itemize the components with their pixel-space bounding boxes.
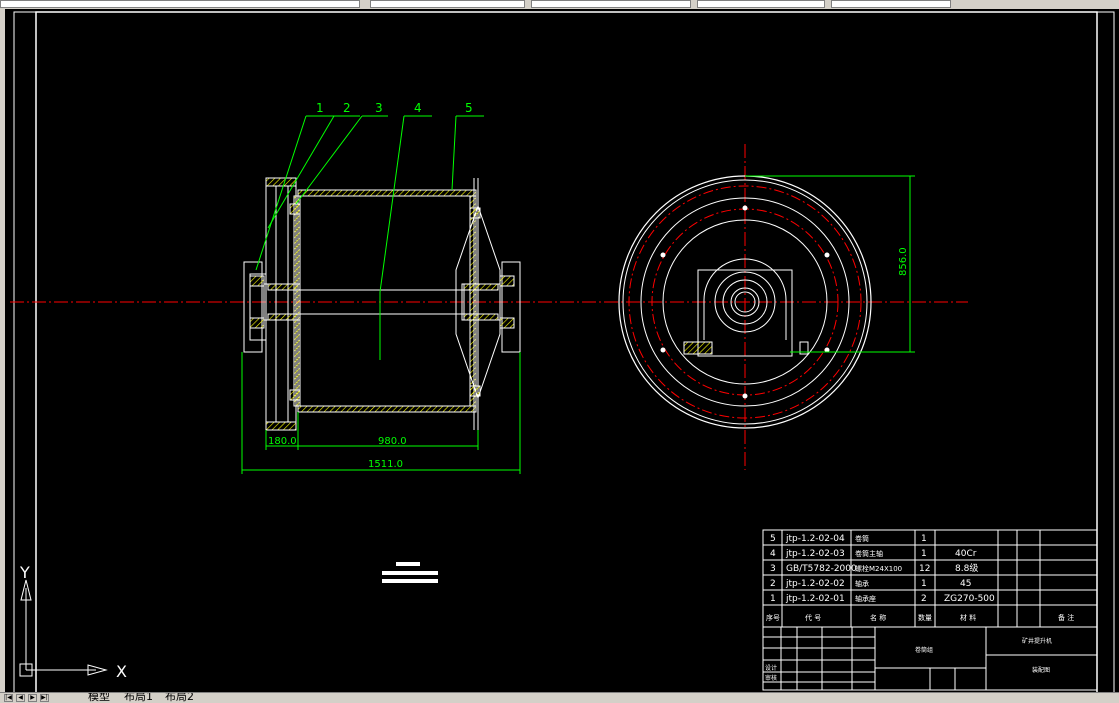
bom-header-remark: 备 注 bbox=[1058, 613, 1074, 622]
ucs-y-label: Y bbox=[19, 563, 30, 582]
bom-row-5-no: 1 bbox=[770, 594, 776, 604]
bom-header-material: 材 料 bbox=[960, 613, 976, 622]
bom-header-code: 代 号 bbox=[805, 613, 821, 622]
bom-row-3-name: 螺栓M24X100 bbox=[855, 564, 902, 573]
tab-last-button[interactable]: ▶| bbox=[40, 694, 49, 702]
dim-1511: 1511.0 bbox=[368, 459, 403, 470]
side-view: 856.0 bbox=[618, 144, 915, 470]
ucs-icon: Y X bbox=[19, 563, 127, 681]
title-check: 审核 bbox=[765, 674, 777, 682]
bom-row-1-name: 卷筒 bbox=[855, 534, 869, 543]
left-flange-bottom-hatch bbox=[265, 421, 297, 431]
toolbar-combo-5[interactable] bbox=[831, 0, 951, 8]
title-drawing-code: 装配图 bbox=[1032, 666, 1050, 674]
title-design: 设计 bbox=[765, 664, 777, 672]
bom-header-qty: 数量 bbox=[918, 613, 932, 622]
drawing-svg: 1 2 3 4 5 180.0 980.0 1511.0 856.0 Y X 5… bbox=[10, 11, 1115, 695]
bom-row-3-qty: 12 bbox=[919, 564, 930, 574]
tab-first-button[interactable]: |◀ bbox=[4, 694, 13, 702]
bom-row-3-code: GB/T5782-2000 bbox=[786, 564, 857, 574]
bom-row-4-no: 2 bbox=[770, 579, 776, 589]
toolbar-combo-2[interactable] bbox=[370, 0, 525, 8]
title-drawing-name: 卷筒组 bbox=[915, 646, 933, 654]
drawing-canvas[interactable]: 1 2 3 4 5 180.0 980.0 1511.0 856.0 Y X 5… bbox=[5, 9, 1119, 695]
tab-prev-button[interactable]: ◀ bbox=[16, 694, 25, 702]
balloon-4: 4 bbox=[414, 101, 422, 115]
drum-top-hatch bbox=[297, 189, 477, 197]
bom-row-2-no: 4 bbox=[770, 549, 776, 559]
bom-row-5-code: jtp-1.2-02-01 bbox=[785, 594, 845, 604]
bom-row-4-name: 轴承 bbox=[855, 579, 869, 588]
bom-row-1-qty: 1 bbox=[921, 534, 927, 544]
bom-row-5-material: ZG270-500 bbox=[944, 594, 995, 604]
toolbar-combo-4[interactable] bbox=[697, 0, 825, 8]
drum-body bbox=[297, 189, 477, 413]
toolbar-combo-3[interactable] bbox=[531, 0, 691, 8]
balloon-1: 1 bbox=[316, 101, 324, 115]
toolbar-combo-1[interactable] bbox=[0, 0, 360, 8]
dim-180: 180.0 bbox=[268, 436, 297, 447]
dim-980: 980.0 bbox=[378, 436, 407, 447]
layout-tabs-bar: |◀ ◀ ▶ ▶| 模型 布局1 布局2 bbox=[0, 692, 1119, 703]
balloon-5: 5 bbox=[465, 101, 473, 115]
dim-856: 856.0 bbox=[898, 247, 909, 276]
bom-row-3-no: 3 bbox=[770, 564, 776, 574]
bom-row-5-qty: 2 bbox=[921, 594, 927, 604]
bom-row-2-code: jtp-1.2-02-03 bbox=[785, 549, 845, 559]
bom-row-2-material: 40Cr bbox=[955, 549, 977, 559]
balloon-2: 2 bbox=[343, 101, 351, 115]
bom-row-4-qty: 1 bbox=[921, 579, 927, 589]
bom-row-4-code: jtp-1.2-02-02 bbox=[785, 579, 845, 589]
bom-row-1-no: 5 bbox=[770, 534, 776, 544]
bom-row-3-material: 8.8级 bbox=[955, 562, 978, 574]
ucs-x-label: X bbox=[116, 662, 127, 681]
bom-header-name: 名 称 bbox=[870, 613, 886, 622]
drum-bottom-hatch bbox=[297, 405, 477, 413]
bom-row-5-name: 轴承座 bbox=[855, 594, 876, 603]
tab-model[interactable]: 模型 bbox=[88, 693, 110, 702]
tab-layout1[interactable]: 布局1 bbox=[124, 693, 153, 702]
tab-next-button[interactable]: ▶ bbox=[28, 694, 37, 702]
balloon-3: 3 bbox=[375, 101, 383, 115]
bom-row-1-code: jtp-1.2-02-04 bbox=[785, 534, 845, 544]
bom-header-no: 序号 bbox=[766, 613, 780, 622]
bom-row-2-name: 卷筒主轴 bbox=[855, 549, 883, 558]
bom-row-2-qty: 1 bbox=[921, 549, 927, 559]
section-symbol bbox=[382, 562, 438, 583]
left-flange-top-hatch bbox=[265, 177, 297, 187]
front-view: 1 2 3 4 5 180.0 980.0 1511.0 bbox=[241, 101, 521, 474]
bom-row-4-material: 45 bbox=[960, 579, 971, 589]
tab-layout2[interactable]: 布局2 bbox=[165, 693, 194, 702]
title-company: 矿井提升机 bbox=[1022, 637, 1052, 645]
